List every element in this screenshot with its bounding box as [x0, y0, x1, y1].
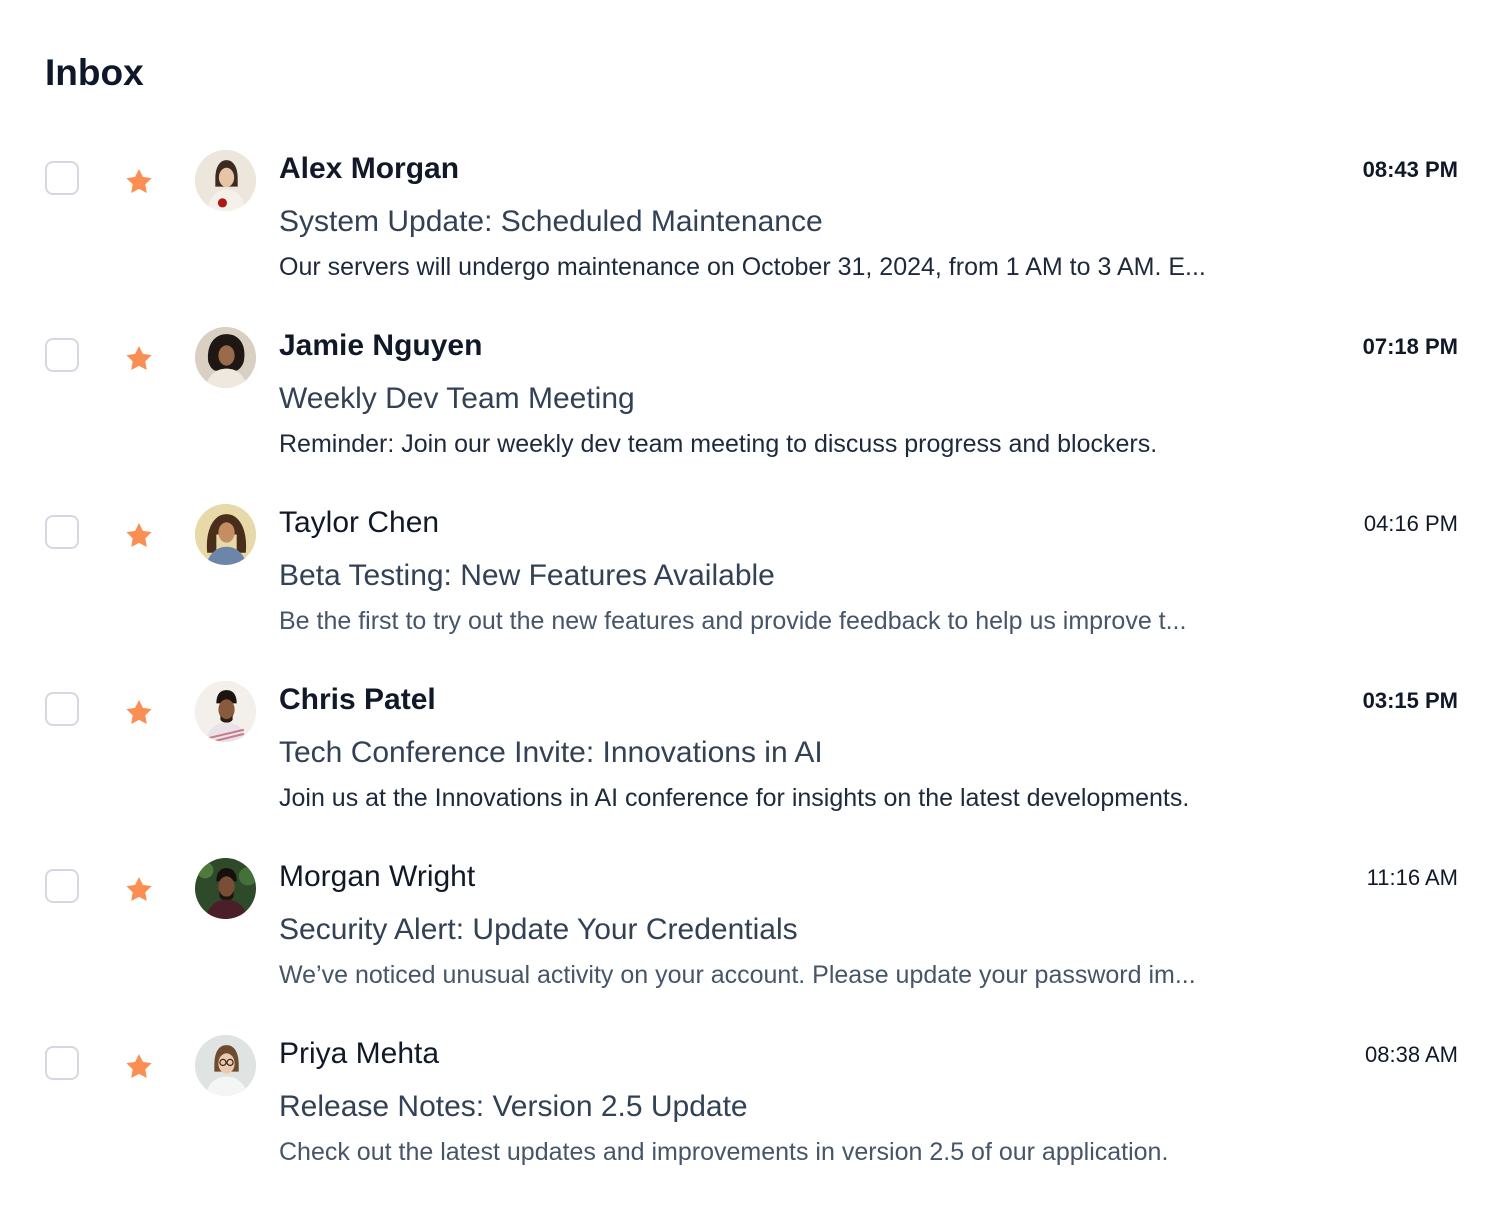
email-time: 08:38 AM: [1365, 1042, 1458, 1067]
avatar: [195, 150, 256, 211]
email-list: Alex Morgan 08:43 PM System Update: Sche…: [0, 140, 1504, 1202]
email-preview: We’ve noticed unusual activity on your a…: [279, 961, 1196, 989]
star-icon[interactable]: [122, 873, 156, 907]
avatar: [195, 858, 256, 919]
avatar: [195, 327, 256, 388]
email-subject: Security Alert: Update Your Credentials: [279, 913, 798, 946]
email-preview: Join us at the Innovations in AI confere…: [279, 784, 1190, 812]
avatar: [195, 504, 256, 565]
email-subject: Release Notes: Version 2.5 Update: [279, 1090, 748, 1123]
email-sender: Taylor Chen: [279, 506, 440, 539]
email-sender: Jamie Nguyen: [279, 329, 483, 362]
select-checkbox[interactable]: [45, 692, 79, 726]
select-checkbox[interactable]: [45, 161, 79, 195]
email-row[interactable]: Morgan Wright 11:16 AM Security Alert: U…: [0, 848, 1504, 1025]
email-row[interactable]: Chris Patel 03:15 PM Tech Conference Inv…: [0, 671, 1504, 848]
email-sender: Priya Mehta: [279, 1037, 440, 1070]
email-sender: Alex Morgan: [279, 152, 460, 185]
email-subject: Tech Conference Invite: Innovations in A…: [279, 736, 823, 769]
star-icon[interactable]: [122, 342, 156, 376]
email-time: 11:16 AM: [1366, 865, 1458, 890]
email-subject: Weekly Dev Team Meeting: [279, 382, 635, 415]
star-icon[interactable]: [122, 1050, 156, 1084]
select-checkbox[interactable]: [45, 869, 79, 903]
email-time: 04:16 PM: [1363, 511, 1458, 536]
star-icon[interactable]: [122, 165, 156, 199]
email-time: 03:15 PM: [1362, 688, 1458, 713]
email-sender: Morgan Wright: [279, 860, 476, 893]
avatar: [195, 681, 256, 742]
email-preview: Be the first to try out the new features…: [279, 607, 1187, 635]
email-row[interactable]: Jamie Nguyen 07:18 PM Weekly Dev Team Me…: [0, 317, 1504, 494]
email-row[interactable]: Taylor Chen 04:16 PM Beta Testing: New F…: [0, 494, 1504, 671]
page-title: Inbox: [45, 52, 144, 93]
email-row[interactable]: Priya Mehta 08:38 AM Release Notes: Vers…: [0, 1025, 1504, 1202]
email-preview: Reminder: Join our weekly dev team meeti…: [279, 430, 1158, 458]
email-preview: Our servers will undergo maintenance on …: [279, 253, 1206, 281]
avatar: [195, 1035, 256, 1096]
star-icon[interactable]: [122, 696, 156, 730]
email-row[interactable]: Alex Morgan 08:43 PM System Update: Sche…: [0, 140, 1504, 317]
email-subject: Beta Testing: New Features Available: [279, 559, 775, 592]
star-icon[interactable]: [122, 519, 156, 553]
select-checkbox[interactable]: [45, 338, 79, 372]
email-preview: Check out the latest updates and improve…: [279, 1138, 1169, 1166]
email-time: 07:18 PM: [1362, 334, 1458, 359]
email-time: 08:43 PM: [1362, 157, 1458, 182]
select-checkbox[interactable]: [45, 515, 79, 549]
email-subject: System Update: Scheduled Maintenance: [279, 205, 823, 238]
select-checkbox[interactable]: [45, 1046, 79, 1080]
email-sender: Chris Patel: [279, 683, 436, 716]
